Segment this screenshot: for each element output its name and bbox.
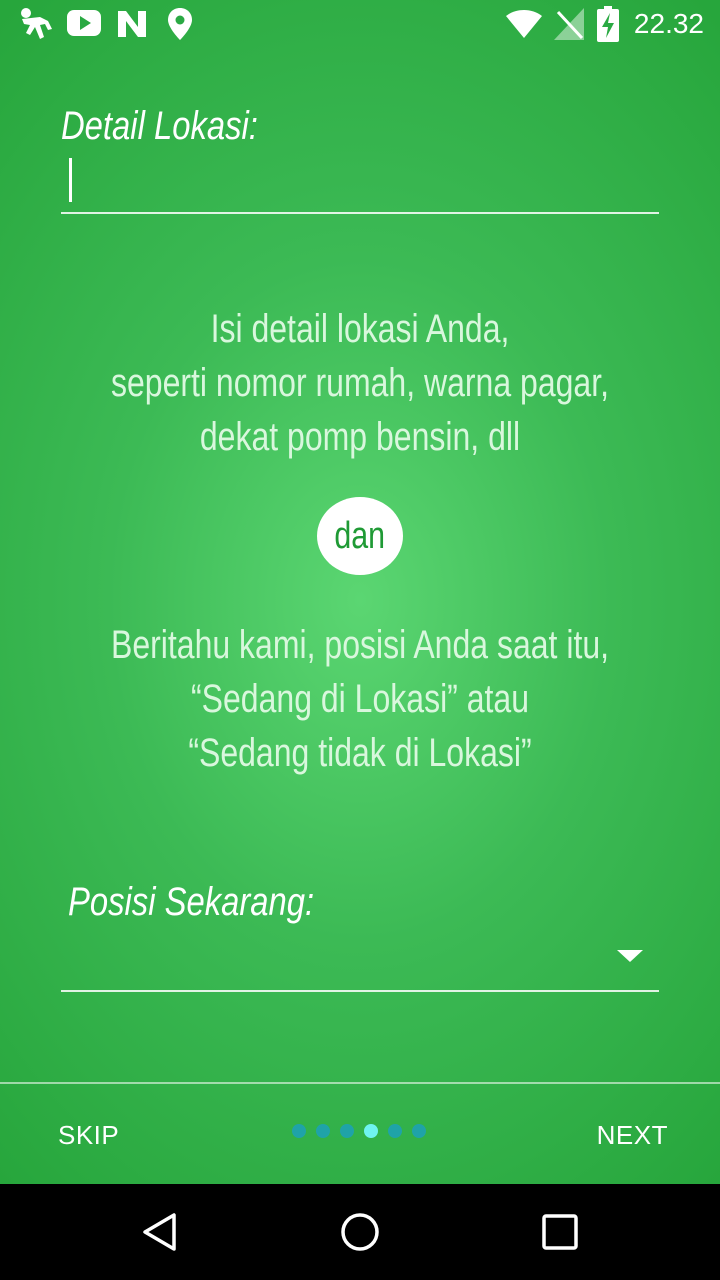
- page-dot[interactable]: [292, 1124, 306, 1138]
- n-app-icon: [116, 9, 148, 44]
- instruction-text-bottom: Beritahu kami, posisi Anda saat itu, “Se…: [0, 618, 720, 780]
- page-dot-active[interactable]: [364, 1124, 378, 1138]
- instruction-line: Isi detail lokasi Anda,: [210, 307, 510, 351]
- wifi-icon: [506, 10, 542, 43]
- dropdown-arrow-icon[interactable]: [617, 950, 643, 962]
- posisi-sekarang-dropdown[interactable]: [61, 930, 659, 992]
- page-dot[interactable]: [388, 1124, 402, 1138]
- location-pin-icon: [168, 8, 192, 45]
- runner-app-icon: [18, 7, 56, 48]
- onboarding-footer: SKIP NEXT: [0, 1084, 720, 1184]
- android-navigation-bar: [0, 1184, 720, 1280]
- instruction-line: seperti nomor rumah, warna pagar,: [110, 361, 610, 405]
- page-dot[interactable]: [340, 1124, 354, 1138]
- home-icon[interactable]: [340, 1212, 380, 1257]
- next-button[interactable]: NEXT: [597, 1120, 668, 1151]
- status-time: 22.32: [633, 8, 704, 39]
- connector-text: dan: [334, 514, 386, 557]
- youtube-icon: [67, 10, 101, 41]
- skip-button[interactable]: SKIP: [58, 1120, 119, 1151]
- detail-lokasi-label: Detail Lokasi:: [61, 104, 258, 148]
- page-dot[interactable]: [316, 1124, 330, 1138]
- status-bar: 22.32: [0, 0, 720, 50]
- instruction-line: dekat pomp bensin, dll: [199, 415, 521, 459]
- text-cursor: [69, 158, 72, 202]
- instruction-line: Beritahu kami, posisi Anda saat itu,: [110, 623, 610, 667]
- posisi-sekarang-label: Posisi Sekarang:: [68, 880, 315, 924]
- instruction-line: “Sedang tidak di Lokasi”: [188, 731, 532, 775]
- page-indicator: [292, 1124, 426, 1138]
- no-signal-icon: [554, 8, 584, 45]
- connector-badge: dan: [317, 497, 403, 575]
- battery-charging-icon: [597, 6, 619, 47]
- back-icon[interactable]: [140, 1212, 180, 1257]
- recents-icon[interactable]: [542, 1214, 578, 1255]
- onboarding-screen: 22.32 Detail Lokasi: Isi detail lokasi A…: [0, 0, 720, 1280]
- instruction-line: “Sedang di Lokasi” atau: [191, 677, 529, 721]
- page-dot[interactable]: [412, 1124, 426, 1138]
- instruction-text-top: Isi detail lokasi Anda, seperti nomor ru…: [0, 302, 720, 464]
- detail-lokasi-input[interactable]: [61, 150, 659, 214]
